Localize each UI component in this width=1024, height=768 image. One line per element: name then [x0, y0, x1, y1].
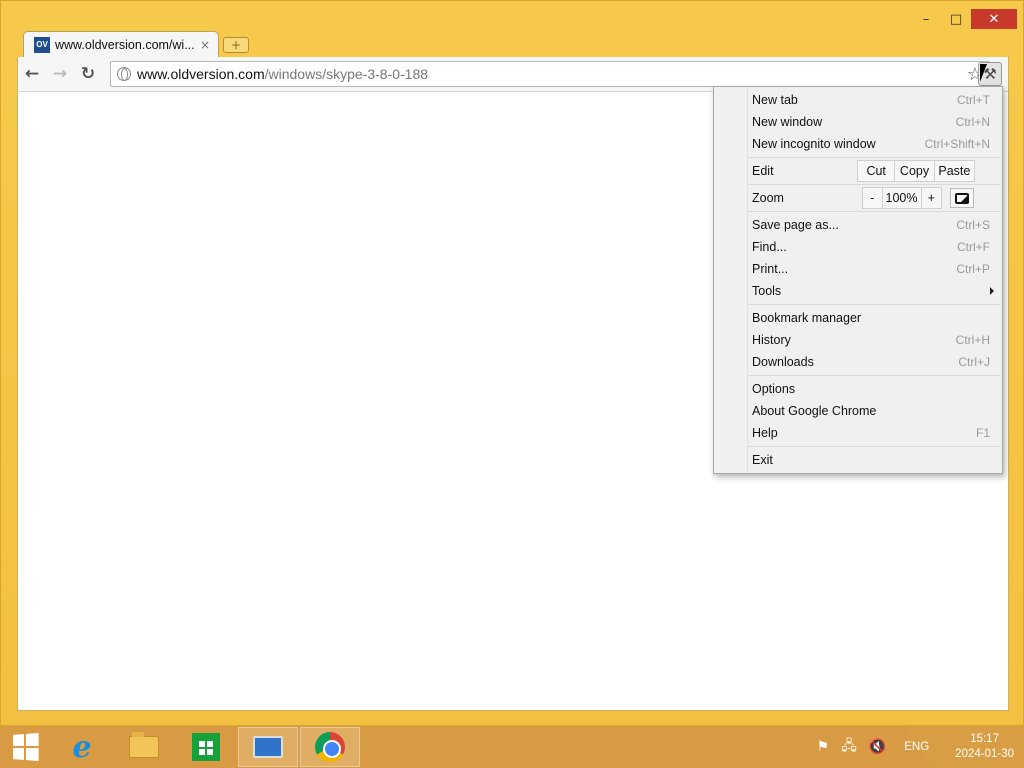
clock[interactable]: 15:17 2024-01-30 [955, 732, 1014, 762]
edit-buttons: Cut Copy Paste [857, 160, 975, 182]
new-tab-button[interactable]: + [223, 37, 249, 53]
chrome-menu: New tab Ctrl+T New window Ctrl+N New inc… [713, 86, 1003, 474]
menu-item-about-chrome[interactable]: About Google Chrome [752, 400, 998, 422]
zoom-out-button[interactable]: - [863, 188, 883, 208]
windows-logo-icon [13, 733, 39, 761]
fullscreen-button[interactable] [950, 188, 974, 208]
internet-explorer-icon: e [72, 729, 92, 765]
network-icon[interactable]: 🖧 [841, 735, 857, 759]
globe-icon [117, 67, 131, 81]
taskbar-remote-desktop[interactable] [238, 727, 298, 767]
folder-icon [129, 732, 159, 758]
zoom-in-button[interactable]: + [922, 188, 941, 208]
flag-icon[interactable]: ⚑ [817, 739, 830, 755]
menu-item-find[interactable]: Find... Ctrl+F [752, 236, 998, 258]
url-domain: www.oldversion.com [137, 66, 265, 82]
menu-item-save-page[interactable]: Save page as... Ctrl+S [752, 214, 998, 236]
submenu-arrow-icon [990, 287, 994, 295]
menu-item-exit[interactable]: Exit [752, 449, 998, 471]
fullscreen-icon [955, 192, 969, 204]
url-text[interactable]: www.oldversion.com/windows/skype-3-8-0-1… [137, 66, 428, 82]
menu-item-new-window[interactable]: New window Ctrl+N [752, 111, 998, 133]
chrome-icon [315, 732, 345, 762]
menu-item-downloads[interactable]: Downloads Ctrl+J [752, 351, 998, 373]
window-controls: – □ ✕ [911, 9, 1023, 29]
language-indicator[interactable]: ENG [904, 741, 929, 753]
zoom-controls: - 100% + [862, 187, 942, 209]
menu-item-options[interactable]: Options [752, 378, 998, 400]
browser-tab[interactable]: OV www.oldversion.com/wi... × [23, 31, 219, 57]
url-path: /windows/skype-3-8-0-188 [264, 66, 429, 82]
menu-item-bookmark-manager[interactable]: Bookmark manager [752, 307, 998, 329]
clock-date: 2024-01-30 [955, 748, 1014, 760]
forward-button[interactable]: → [46, 60, 74, 88]
menu-item-print[interactable]: Print... Ctrl+P [752, 258, 998, 280]
paste-button[interactable]: Paste [935, 161, 974, 181]
menu-item-tools[interactable]: Tools [752, 280, 998, 302]
menu-separator [748, 157, 1000, 158]
menu-separator [748, 184, 1000, 185]
remote-desktop-icon [253, 736, 283, 758]
site-favicon-icon: OV [34, 36, 50, 53]
menu-item-new-incognito-window[interactable]: New incognito window Ctrl+Shift+N [752, 133, 998, 155]
menu-item-history[interactable]: History Ctrl+H [752, 329, 998, 351]
tab-close-icon[interactable]: × [200, 38, 210, 52]
taskbar-file-explorer[interactable] [114, 727, 174, 767]
mouse-pointer-icon [980, 64, 994, 82]
cut-button[interactable]: Cut [858, 161, 896, 181]
maximize-button[interactable]: □ [941, 9, 971, 29]
volume-muted-icon[interactable]: 🔇 [869, 739, 886, 755]
menu-item-new-tab[interactable]: New tab Ctrl+T [752, 89, 998, 111]
menu-separator [748, 211, 1000, 212]
system-tray: ⚑ 🖧 🔇 ENG 15:17 2024-01-30 [817, 726, 1014, 768]
minimize-button[interactable]: – [911, 9, 941, 29]
tab-title: www.oldversion.com/wi... [55, 37, 195, 52]
address-bar[interactable]: www.oldversion.com/windows/skype-3-8-0-1… [110, 61, 990, 87]
menu-item-help[interactable]: Help F1 [752, 422, 998, 444]
menu-separator [748, 446, 1000, 447]
clock-time: 15:17 [970, 733, 999, 745]
menu-separator [748, 304, 1000, 305]
tab-strip: OV www.oldversion.com/wi... × + [23, 31, 249, 57]
taskbar-google-chrome[interactable] [300, 727, 360, 767]
taskbar-internet-explorer[interactable]: e [52, 727, 112, 767]
back-button[interactable]: ← [18, 60, 46, 88]
close-window-button[interactable]: ✕ [971, 9, 1017, 29]
menu-separator [748, 375, 1000, 376]
taskbar: e ⚑ 🖧 🔇 ENG 15:17 2024-01-30 [0, 726, 1024, 768]
start-button[interactable] [0, 726, 50, 768]
copy-button[interactable]: Copy [895, 161, 935, 181]
taskbar-store[interactable] [176, 727, 236, 767]
store-icon [192, 733, 220, 761]
reload-button[interactable]: ↻ [74, 60, 102, 88]
zoom-level: 100% [883, 188, 922, 208]
